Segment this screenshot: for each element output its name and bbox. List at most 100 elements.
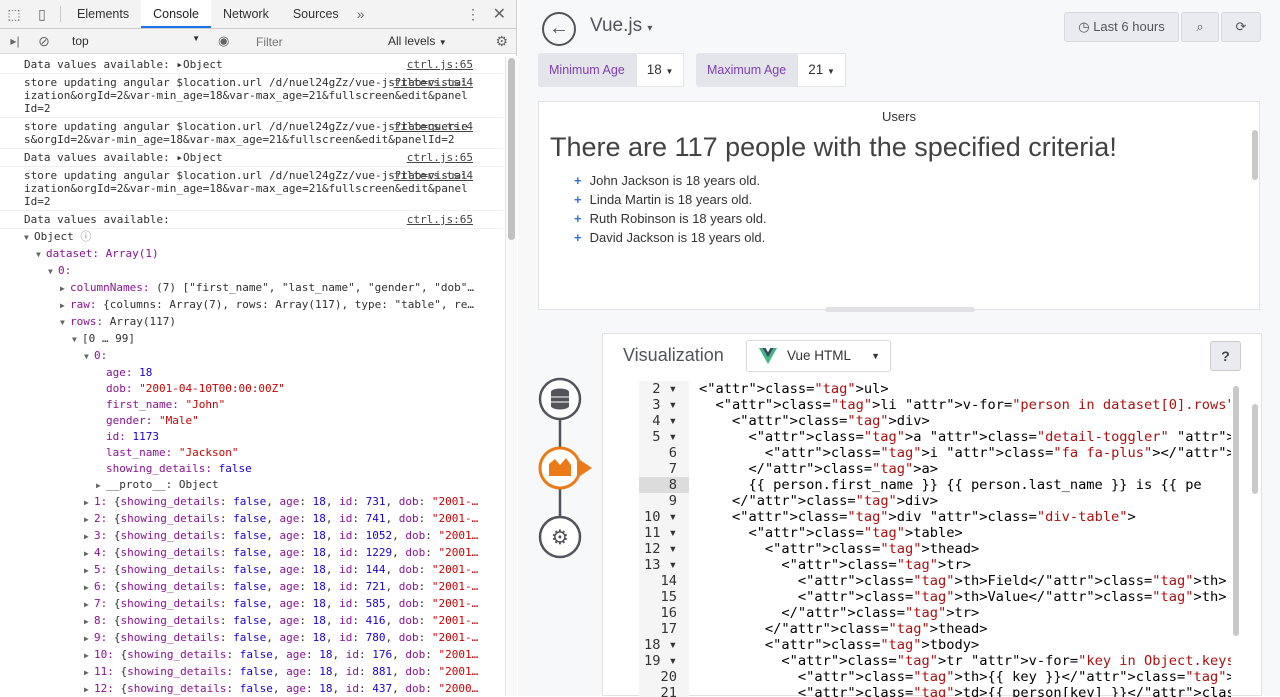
table-row[interactable]: ▶ 8: {showing_details: false, age: 18, id… xyxy=(24,613,503,630)
variable-value-select[interactable]: 18 ▼ xyxy=(635,53,685,87)
tab-sources[interactable]: Sources xyxy=(281,0,351,28)
inspect-element-icon[interactable]: ⬚ xyxy=(0,6,28,23)
code-line[interactable]: <"attr">class="tag">td>{{ person[key] }}… xyxy=(699,685,1231,697)
code-line[interactable]: <"attr">class="tag">table> xyxy=(699,525,1231,541)
tree-node[interactable]: ▼ dataset: Array(1) xyxy=(24,246,503,263)
plugin-select[interactable]: Vue HTML ▼ xyxy=(746,340,891,372)
source-link[interactable]: ctrl.js:65 xyxy=(407,58,473,71)
tree-node[interactable]: ▶ raw: {columns: Array(7), rows: Array(11… xyxy=(24,297,503,314)
code-line[interactable]: </"attr">class="tag">thead> xyxy=(699,621,1231,637)
code-line[interactable]: <"attr">class="tag">div> xyxy=(699,413,1231,429)
code-line[interactable]: <"attr">class="tag">i "attr">class="fa f… xyxy=(699,445,1231,461)
clear-console-icon[interactable]: ⊘ xyxy=(30,33,58,50)
context-select[interactable]: top ▼ xyxy=(72,34,204,48)
table-row[interactable]: ▶ 7: {showing_details: false, age: 18, id… xyxy=(24,596,503,613)
tree-node[interactable]: ▶ __proto__: Object xyxy=(24,477,503,494)
device-toolbar-icon[interactable]: ▯ xyxy=(28,6,56,23)
tree-node[interactable]: ▶ columnNames: (7) ["first_name", "last_n… xyxy=(24,280,503,297)
kebab-menu-icon[interactable]: ⋮ xyxy=(466,6,480,23)
expanded-triangle-icon: ▼ xyxy=(24,233,29,242)
code-line[interactable]: <"attr">class="tag">div "attr">class="di… xyxy=(699,509,1231,525)
code-line[interactable]: </"attr">class="tag">div> xyxy=(699,493,1231,509)
code-line[interactable]: </"attr">class="tag">tr> xyxy=(699,605,1231,621)
time-picker-button[interactable]: ◷ Last 6 hours xyxy=(1064,12,1179,42)
tree-value: false xyxy=(233,614,267,627)
scroll-thumb[interactable] xyxy=(508,58,515,240)
plus-icon[interactable]: + xyxy=(574,230,582,245)
code-editor[interactable]: 2 ▾ 3 ▾ 4 ▾ 5 ▾ 6 7 8 9 10 ▾ 11 ▾ 12 ▾ 13 ▾ 14 1… xyxy=(639,381,1231,697)
code-line[interactable]: <"attr">class="tag">th>Value</"attr">cla… xyxy=(699,589,1231,605)
source-link[interactable]: ctrl.js:65 xyxy=(407,151,473,164)
code-line[interactable]: <"attr">class="tag">thead> xyxy=(699,541,1231,557)
tree-text: , xyxy=(266,614,280,627)
refresh-button[interactable]: ⟳ xyxy=(1221,12,1261,42)
help-button[interactable]: ? xyxy=(1210,341,1241,371)
panel-resize-handle[interactable] xyxy=(825,307,975,312)
code-line[interactable]: </"attr">class="tag">a> xyxy=(699,461,1231,477)
table-row[interactable]: ▶ 1: {showing_details: false, age: 18, id… xyxy=(24,494,503,511)
tree-key: dob xyxy=(398,563,419,576)
collapsed-triangle-icon: ▶ xyxy=(84,600,89,609)
collapsed-triangle-icon: ▶ xyxy=(84,566,89,575)
more-tabs-icon[interactable]: » xyxy=(351,6,371,22)
tree-text: : xyxy=(219,529,234,542)
zoom-out-button[interactable]: ⌕ xyxy=(1181,12,1219,42)
code-line[interactable]: {{ person.first_name }} {{ person.last_n… xyxy=(699,477,1231,493)
tree-node[interactable]: ▼ [0 … 99] xyxy=(24,331,503,348)
source-link[interactable]: filters.ts:4 xyxy=(394,120,473,133)
tab-console[interactable]: Console xyxy=(141,0,211,28)
line-number: 11 ▾ xyxy=(644,525,677,541)
code-line[interactable]: <"attr">class="tag">tbody> xyxy=(699,637,1231,653)
code-line[interactable]: <"attr">class="tag">tr "attr">v-for="key… xyxy=(699,653,1231,669)
plus-icon[interactable]: + xyxy=(574,211,582,226)
panel-scrollbar[interactable] xyxy=(1252,130,1258,180)
source-link[interactable]: ctrl.js:65 xyxy=(407,213,473,226)
variable-value-select[interactable]: 21 ▼ xyxy=(797,53,846,87)
table-row[interactable]: ▶ 5: {showing_details: false, age: 18, id… xyxy=(24,562,503,579)
tab-network[interactable]: Network xyxy=(211,0,281,28)
tree-text: : xyxy=(358,665,373,678)
code-lines[interactable]: <"attr">class="tag">ul> <"attr">class="t… xyxy=(699,381,1231,697)
source-link[interactable]: filters.ts:4 xyxy=(394,169,473,182)
back-arrow-icon[interactable]: ← xyxy=(542,12,576,46)
table-row[interactable]: ▶ 10: {showing_details: false, age: 18, i… xyxy=(24,647,503,664)
code-line[interactable]: <"attr">class="tag">li "attr">v-for="per… xyxy=(699,397,1231,413)
tree-text: { xyxy=(113,563,121,576)
code-line[interactable]: <"attr">class="tag">tr> xyxy=(699,557,1231,573)
tree-text: , xyxy=(325,563,340,576)
gear-icon[interactable]: ⚙ xyxy=(495,33,508,50)
table-row[interactable]: ▶ 12: {showing_details: false, age: 18, i… xyxy=(24,681,503,696)
panel-title[interactable]: Users xyxy=(539,109,1259,124)
tree-node[interactable]: ▼ 0: xyxy=(24,263,503,280)
tab-elements[interactable]: Elements xyxy=(65,0,141,28)
code-line[interactable]: <"attr">class="tag">th>Field</"attr">cla… xyxy=(699,573,1231,589)
tree-node[interactable]: ▼ 0: xyxy=(24,348,503,365)
sidebar-toggle-icon[interactable]: ▸| xyxy=(0,34,30,48)
dashboard-title[interactable]: Vue.js ▾ xyxy=(590,15,652,37)
table-row[interactable]: ▶ 2: {showing_details: false, age: 18, id… xyxy=(24,511,503,528)
editor-outer-scrollbar[interactable] xyxy=(1252,404,1258,494)
levels-select[interactable]: All levels ▼ xyxy=(388,34,447,48)
close-devtools-icon[interactable]: ✕ xyxy=(493,4,506,24)
filter-input[interactable] xyxy=(250,32,380,51)
console-scrollbar[interactable] xyxy=(505,56,517,696)
table-row[interactable]: ▶ 11: {showing_details: false, age: 18, i… xyxy=(24,664,503,681)
tree-key: showing_details xyxy=(127,665,227,678)
plus-icon[interactable]: + xyxy=(574,173,582,188)
eye-icon[interactable]: ◉ xyxy=(218,33,229,49)
table-row[interactable]: ▶ 9: {showing_details: false, age: 18, id… xyxy=(24,630,503,647)
table-row[interactable]: ▶ 4: {showing_details: false, age: 18, id… xyxy=(24,545,503,562)
source-link[interactable]: filters.ts:4 xyxy=(394,76,473,89)
tree-key: showing_details xyxy=(127,648,227,661)
code-scrollbar[interactable] xyxy=(1233,386,1239,636)
code-line[interactable]: <"attr">class="tag">a "attr">class="deta… xyxy=(699,429,1231,445)
tree-text: : xyxy=(418,631,432,644)
plus-icon[interactable]: + xyxy=(574,192,582,207)
tree-node[interactable]: ▼ Object ⓘ xyxy=(24,229,503,246)
table-row[interactable]: ▶ 3: {showing_details: false, age: 18, id… xyxy=(24,528,503,545)
plus-icon[interactable]: + xyxy=(574,249,582,251)
code-line[interactable]: <"attr">class="tag">th>{{ key }}</"attr"… xyxy=(699,669,1231,685)
code-line[interactable]: <"attr">class="tag">ul> xyxy=(699,381,1231,397)
tree-node[interactable]: ▼ rows: Array(117) xyxy=(24,314,503,331)
table-row[interactable]: ▶ 6: {showing_details: false, age: 18, id… xyxy=(24,579,503,596)
